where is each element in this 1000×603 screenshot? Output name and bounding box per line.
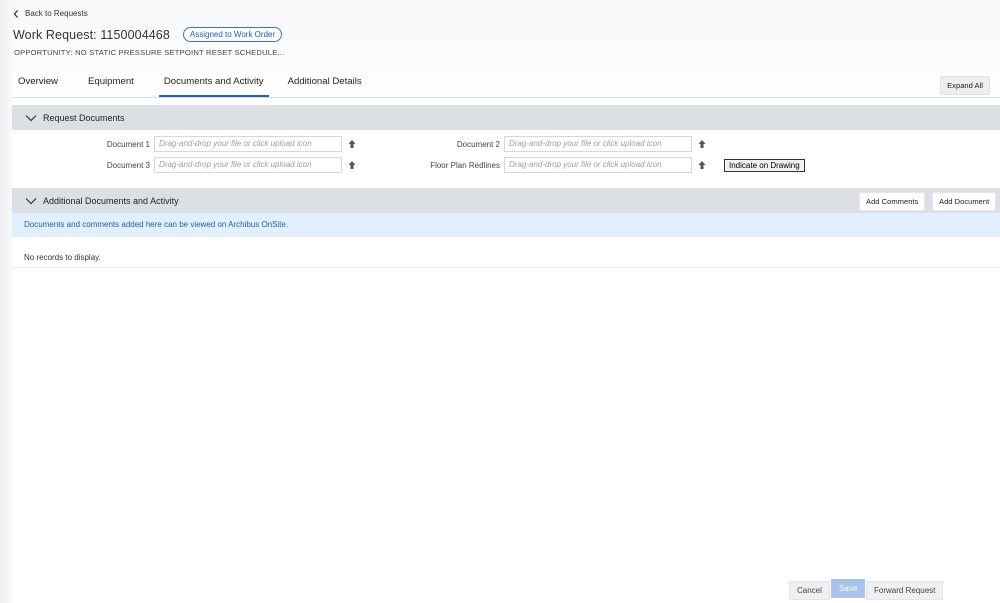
forward-request-button[interactable]: Forward Request [866, 581, 944, 600]
indicate-on-drawing-button[interactable]: Indicate on Drawing [724, 158, 805, 172]
request-description: OPPORTUNITY: NO STATIC PRESSURE SETPOINT… [14, 48, 285, 57]
section-title: Additional Documents and Activity [43, 195, 179, 206]
expand-all-button[interactable]: Expand All [940, 76, 990, 95]
request-documents-header[interactable]: Request Documents [12, 105, 1000, 130]
floor-plan-redlines-label: Floor Plan Redlines [430, 160, 500, 170]
document-3-row: Document 3 Drag-and-drop your file or cl… [60, 157, 357, 173]
cancel-button[interactable]: Cancel [789, 581, 830, 600]
tab-documents-and-activity[interactable]: Documents and Activity [158, 70, 269, 97]
records-divider [12, 267, 1000, 268]
add-comments-button[interactable]: Add Comments [859, 192, 926, 211]
document-1-label: Document 1 [106, 139, 150, 149]
floor-plan-redlines-row: Floor Plan Redlines Drag-and-drop your f… [410, 157, 805, 173]
chevron-left-icon [13, 9, 18, 18]
document-1-row: Document 1 Drag-and-drop your file or cl… [60, 136, 357, 152]
page-title: Work Request: 1150004468 [13, 27, 170, 42]
document-2-row: Document 2 Drag-and-drop your file or cl… [410, 136, 707, 152]
upload-arrow-icon[interactable] [347, 139, 357, 149]
tab-additional-details[interactable]: Additional Details [288, 70, 362, 97]
document-3-dropzone[interactable]: Drag-and-drop your file or click upload … [154, 157, 342, 173]
save-button[interactable]: Save [831, 579, 866, 598]
back-to-requests-link[interactable]: Back to Requests [13, 9, 88, 18]
floor-plan-redlines-dropzone[interactable]: Drag-and-drop your file or click upload … [504, 157, 692, 173]
document-2-label: Document 2 [456, 139, 500, 149]
document-1-dropzone[interactable]: Drag-and-drop your file or click upload … [154, 136, 342, 152]
add-document-button[interactable]: Add Document [932, 192, 997, 211]
chevron-down-icon [25, 197, 37, 204]
upload-arrow-icon[interactable] [697, 139, 707, 149]
back-label: Back to Requests [25, 9, 88, 18]
tab-bar: Overview Equipment Documents and Activit… [12, 70, 392, 97]
section-title: Request Documents [43, 112, 125, 123]
status-badge: Assigned to Work Order [182, 27, 283, 42]
left-edge-shade [0, 0, 12, 603]
document-2-dropzone[interactable]: Drag-and-drop your file or click upload … [504, 136, 692, 152]
upload-arrow-icon[interactable] [347, 160, 357, 170]
document-3-label: Document 3 [106, 160, 150, 170]
info-banner: Documents and comments added here can be… [12, 213, 1000, 237]
additional-documents-header[interactable]: Additional Documents and Activity [12, 188, 1000, 213]
tab-overview[interactable]: Overview [18, 70, 58, 97]
tab-equipment[interactable]: Equipment [88, 70, 134, 97]
empty-state-text: No records to display. [24, 253, 101, 262]
upload-arrow-icon[interactable] [697, 160, 707, 170]
chevron-down-icon [25, 114, 37, 121]
tabs-divider [12, 97, 1000, 98]
title-row: Work Request: 1150004468 Assigned to Wor… [13, 27, 283, 42]
